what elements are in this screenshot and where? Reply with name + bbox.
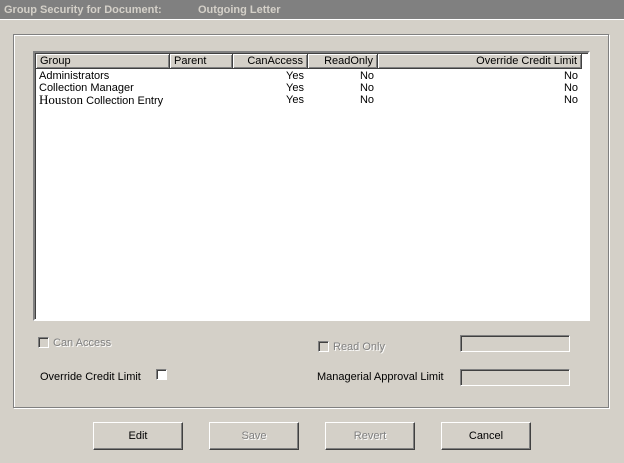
managerial-approval-limit-label: Managerial Approval Limit (317, 371, 444, 383)
cancel-button[interactable]: Cancel (441, 422, 531, 450)
cell-override-credit-limit: No (563, 82, 578, 94)
cell-readonly: No (359, 70, 374, 82)
cell-canaccess: Yes (286, 70, 304, 82)
edit-button[interactable]: Edit (93, 422, 183, 450)
read-only-value-field[interactable] (460, 335, 570, 352)
save-button[interactable]: Save (209, 422, 299, 450)
override-credit-limit-label: Override Credit Limit (40, 371, 141, 383)
column-header-readonly[interactable]: ReadOnly (308, 54, 378, 69)
cell-override-credit-limit: No (563, 70, 578, 82)
column-header-group[interactable]: Group (36, 54, 170, 69)
read-only-checkbox[interactable] (318, 341, 329, 352)
list-header: Group Parent CanAccess ReadOnly Override… (36, 54, 588, 69)
group-security-list[interactable]: Group Parent CanAccess ReadOnly Override… (33, 51, 590, 321)
table-row[interactable]: Administrators Yes No No (36, 70, 588, 82)
title-label: Group Security for Document: (4, 4, 162, 16)
title-bar: Group Security for Document: Outgoing Le… (0, 0, 624, 20)
can-access-label: Can Access (53, 337, 112, 349)
column-header-parent[interactable]: Parent (170, 54, 233, 69)
cell-override-credit-limit: No (563, 94, 578, 106)
read-only-label: Read Only (333, 341, 385, 353)
table-row[interactable]: Houston Collection Entry Yes No No (36, 92, 588, 107)
cell-canaccess: Yes (286, 82, 304, 94)
cell-canaccess: Yes (286, 94, 304, 106)
managerial-approval-limit-field[interactable] (460, 369, 570, 386)
column-header-override-credit-limit[interactable]: Override Credit Limit (378, 54, 582, 69)
can-access-checkbox[interactable] (38, 337, 49, 348)
cell-readonly: No (359, 82, 374, 94)
document-name: Outgoing Letter (198, 4, 281, 16)
cell-group-name: Administrators (39, 70, 110, 82)
override-credit-limit-checkbox[interactable] (156, 369, 167, 380)
cell-readonly: No (359, 94, 374, 106)
cell-group-prefix: Houston (39, 92, 84, 107)
table-row[interactable]: Collection Manager Yes No No (36, 82, 588, 94)
cell-group: Houston Collection Entry (39, 92, 164, 107)
cell-group-name: Collection Entry (83, 95, 164, 107)
column-header-canaccess[interactable]: CanAccess (233, 54, 308, 69)
cell-group: Administrators (39, 70, 109, 82)
revert-button[interactable]: Revert (325, 422, 415, 450)
